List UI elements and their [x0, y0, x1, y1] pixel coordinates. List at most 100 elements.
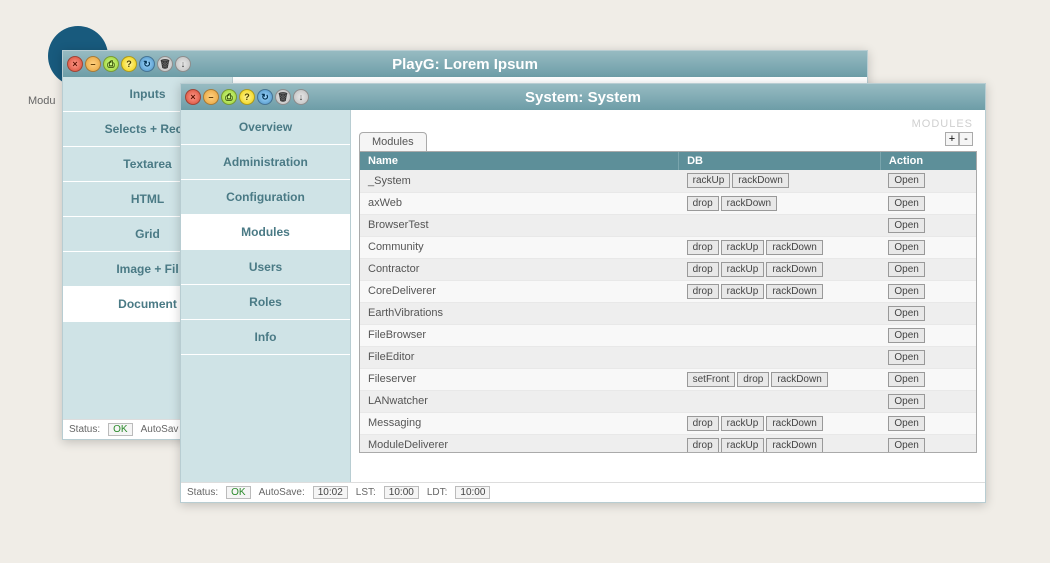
- open-button[interactable]: Open: [888, 416, 924, 431]
- minimize-icon[interactable]: –: [203, 89, 219, 105]
- cell-db: droprackUprackDown: [679, 280, 881, 302]
- db-action-button[interactable]: rackUp: [721, 416, 765, 431]
- db-action-button[interactable]: rackDown: [766, 284, 822, 299]
- sidebar-item[interactable]: Roles: [181, 285, 350, 320]
- db-action-button[interactable]: rackUp: [721, 240, 765, 255]
- db-action-button[interactable]: rackUp: [721, 438, 765, 453]
- cell-name: Contractor: [360, 258, 679, 280]
- sidebar-item[interactable]: Modules: [181, 215, 350, 250]
- db-action-button[interactable]: drop: [687, 240, 719, 255]
- remove-button[interactable]: -: [959, 132, 973, 146]
- help-icon[interactable]: ?: [239, 89, 255, 105]
- open-button[interactable]: Open: [888, 438, 924, 453]
- db-action-button[interactable]: drop: [687, 284, 719, 299]
- db-action-button[interactable]: rackDown: [766, 438, 822, 453]
- db-action-button[interactable]: rackDown: [766, 416, 822, 431]
- cell-name: Messaging: [360, 412, 679, 434]
- cell-db: droprackUprackDown: [679, 236, 881, 258]
- db-action-button[interactable]: setFront: [687, 372, 736, 387]
- open-button[interactable]: Open: [888, 284, 924, 299]
- db-action-button[interactable]: rackDown: [732, 173, 788, 188]
- trash-icon[interactable]: 🗑: [275, 89, 291, 105]
- refresh-icon[interactable]: ↻: [257, 89, 273, 105]
- db-action-button[interactable]: rackDown: [771, 372, 827, 387]
- cell-db: droprackUprackDown: [679, 412, 881, 434]
- cell-db: setFrontdroprackDown: [679, 368, 881, 390]
- cell-name: ModuleDeliverer: [360, 434, 679, 453]
- cell-action: Open: [880, 412, 976, 434]
- column-header[interactable]: DB: [679, 152, 881, 170]
- save-icon[interactable]: ⎙: [103, 56, 119, 72]
- cell-name: FileBrowser: [360, 324, 679, 346]
- cell-db: droprackDown: [679, 192, 881, 214]
- minimize-icon[interactable]: –: [85, 56, 101, 72]
- window-system: × – ⎙ ? ↻ 🗑 ↓ System: System OverviewAdm…: [180, 83, 986, 503]
- table-row: _SystemrackUprackDownOpen: [360, 170, 976, 192]
- column-header[interactable]: Action: [880, 152, 976, 170]
- open-button[interactable]: Open: [888, 328, 924, 343]
- cell-action: Open: [880, 324, 976, 346]
- db-action-button[interactable]: rackUp: [721, 262, 765, 277]
- open-button[interactable]: Open: [888, 262, 924, 277]
- add-button[interactable]: +: [945, 132, 959, 146]
- open-button[interactable]: Open: [888, 173, 924, 188]
- cell-name: CoreDeliverer: [360, 280, 679, 302]
- cell-name: axWeb: [360, 192, 679, 214]
- titlebar[interactable]: × – ⎙ ? ↻ 🗑 ↓ System: System: [181, 84, 985, 110]
- down-icon[interactable]: ↓: [293, 89, 309, 105]
- trash-icon[interactable]: 🗑: [157, 56, 173, 72]
- db-action-button[interactable]: drop: [687, 416, 719, 431]
- status-label: Status:: [187, 487, 218, 498]
- sidebar: OverviewAdministrationConfigurationModul…: [181, 110, 351, 482]
- table-row: FileEditorOpen: [360, 346, 976, 368]
- statusbar: Status: OK AutoSave: 10:02 LST: 10:00 LD…: [181, 482, 985, 502]
- table-row: FileserversetFrontdroprackDownOpen: [360, 368, 976, 390]
- table-row: CoreDelivererdroprackUprackDownOpen: [360, 280, 976, 302]
- open-button[interactable]: Open: [888, 394, 924, 409]
- open-button[interactable]: Open: [888, 350, 924, 365]
- cell-db: [679, 390, 881, 412]
- table-row: FileBrowser Open: [360, 324, 976, 346]
- db-action-button[interactable]: rackDown: [766, 240, 822, 255]
- table-row: CommunitydroprackUprackDownOpen: [360, 236, 976, 258]
- sidebar-item[interactable]: Overview: [181, 110, 350, 145]
- table-row: EarthVibrationsOpen: [360, 302, 976, 324]
- close-icon[interactable]: ×: [185, 89, 201, 105]
- open-button[interactable]: Open: [888, 240, 924, 255]
- sidebar-item[interactable]: Configuration: [181, 180, 350, 215]
- open-button[interactable]: Open: [888, 218, 924, 233]
- column-header[interactable]: Name: [360, 152, 679, 170]
- lst-value: 10:00: [384, 486, 419, 499]
- modules-table-scroll[interactable]: NameDBAction _SystemrackUprackDownOpenax…: [359, 151, 977, 453]
- tab-modules[interactable]: Modules: [359, 132, 427, 151]
- db-action-button[interactable]: drop: [737, 372, 769, 387]
- open-button[interactable]: Open: [888, 196, 924, 211]
- cell-action: Open: [880, 280, 976, 302]
- sidebar-item[interactable]: Administration: [181, 145, 350, 180]
- refresh-icon[interactable]: ↻: [139, 56, 155, 72]
- sidebar-item[interactable]: Info: [181, 320, 350, 355]
- help-icon[interactable]: ?: [121, 56, 137, 72]
- cell-db: droprackUprackDown: [679, 258, 881, 280]
- cell-action: Open: [880, 192, 976, 214]
- db-action-button[interactable]: rackUp: [721, 284, 765, 299]
- db-action-button[interactable]: rackDown: [721, 196, 777, 211]
- cell-action: Open: [880, 170, 976, 192]
- down-icon[interactable]: ↓: [175, 56, 191, 72]
- db-action-button[interactable]: rackDown: [766, 262, 822, 277]
- db-action-button[interactable]: drop: [687, 262, 719, 277]
- cell-action: Open: [880, 434, 976, 453]
- cell-action: Open: [880, 236, 976, 258]
- titlebar[interactable]: × – ⎙ ? ↻ 🗑 ↓ PlayG: Lorem Ipsum: [63, 51, 867, 77]
- save-icon[interactable]: ⎙: [221, 89, 237, 105]
- open-button[interactable]: Open: [888, 372, 924, 387]
- open-button[interactable]: Open: [888, 306, 924, 321]
- db-action-button[interactable]: rackUp: [687, 173, 731, 188]
- db-action-button[interactable]: drop: [687, 438, 719, 453]
- table-row: ContractordroprackUprackDownOpen: [360, 258, 976, 280]
- db-action-button[interactable]: drop: [687, 196, 719, 211]
- cell-action: Open: [880, 302, 976, 324]
- cell-db: droprackUprackDown: [679, 434, 881, 453]
- close-icon[interactable]: ×: [67, 56, 83, 72]
- sidebar-item[interactable]: Users: [181, 250, 350, 285]
